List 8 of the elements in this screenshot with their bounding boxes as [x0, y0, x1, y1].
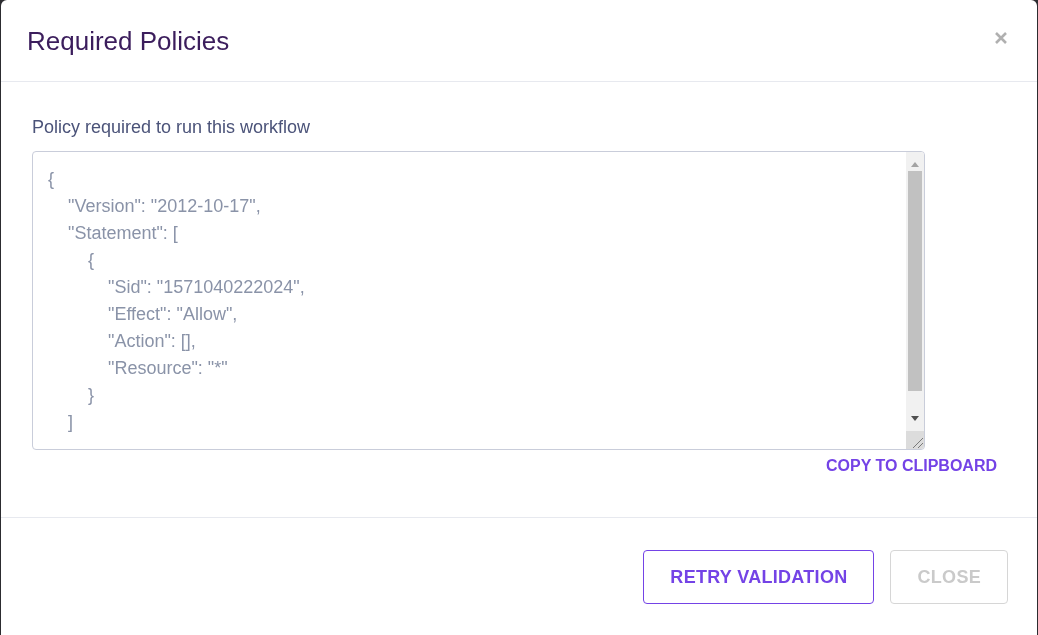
resize-grip-icon[interactable]	[906, 431, 924, 449]
policy-textarea[interactable]: { "Version": "2012-10-17", "Statement": [ { "Sid": "1571040222024", "Effect": "Allow", "Action": [], "Resource": "*" } ]	[32, 151, 925, 450]
close-icon[interactable]	[995, 31, 1007, 44]
copy-to-clipboard-link[interactable]: COPY TO CLIPBOARD	[826, 457, 997, 475]
policy-label: Policy required to run this workflow	[32, 116, 311, 138]
retry-validation-button[interactable]: RETRY VALIDATION	[643, 550, 875, 604]
dialog-title: Required Policies	[27, 24, 230, 57]
vertical-scrollbar[interactable]	[906, 152, 924, 431]
